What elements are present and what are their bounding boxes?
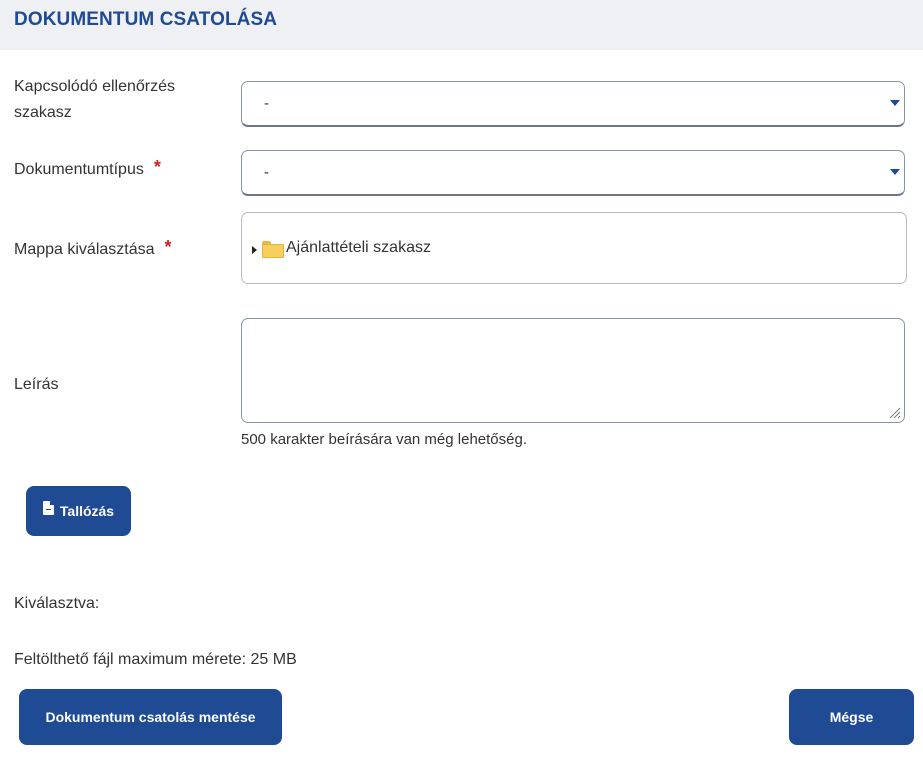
dialog-title: DOKUMENTUM CSATOLÁSA bbox=[14, 9, 278, 30]
save-button-label: Dokumentum csatolás mentése bbox=[45, 709, 256, 725]
browse-button-label: Tallózás bbox=[59, 503, 115, 519]
chevron-down-icon bbox=[890, 169, 900, 175]
folder-label-text: Mappa kiválasztása bbox=[14, 241, 155, 258]
document-type-label-text: Dokumentumtípus bbox=[14, 161, 144, 178]
dialog-header: DOKUMENTUM CSATOLÁSA bbox=[0, 0, 923, 50]
cancel-button[interactable]: Mégse bbox=[789, 689, 914, 745]
related-section-value: - bbox=[264, 95, 269, 112]
cancel-button-label: Mégse bbox=[829, 709, 874, 725]
related-section-select[interactable]: - bbox=[241, 81, 905, 127]
selected-label: Kiválasztva: bbox=[14, 595, 100, 612]
related-section-label-line2: szakasz bbox=[14, 104, 72, 121]
folder-tree: Ajánlattételi szakasz bbox=[241, 212, 907, 284]
related-section-label-line1: Kapcsolódó ellenőrzés bbox=[14, 78, 175, 95]
related-section-label: Kapcsolódó ellenőrzés szakasz bbox=[14, 74, 175, 126]
description-label: Leírás bbox=[14, 376, 59, 393]
required-marker: * bbox=[164, 237, 172, 257]
expand-arrow-icon[interactable] bbox=[252, 246, 257, 254]
max-size-text: Feltölthető fájl maximum mérete: 25 MB bbox=[14, 651, 297, 668]
required-marker: * bbox=[153, 157, 161, 177]
document-type-select[interactable]: - bbox=[241, 150, 905, 196]
description-textarea[interactable] bbox=[241, 318, 905, 423]
save-button[interactable]: Dokumentum csatolás mentése bbox=[19, 689, 282, 745]
folder-label: Mappa kiválasztása * bbox=[14, 235, 172, 263]
folder-icon bbox=[262, 241, 284, 258]
folder-tree-item[interactable]: Ajánlattételi szakasz bbox=[286, 239, 431, 257]
document-type-label: Dokumentumtípus * bbox=[14, 155, 161, 183]
character-count-hint: 500 karakter beírására van még lehetőség… bbox=[241, 431, 528, 448]
document-type-value: - bbox=[264, 164, 269, 181]
browse-button[interactable]: Tallózás bbox=[26, 486, 131, 536]
resize-handle-icon[interactable] bbox=[887, 405, 901, 419]
chevron-down-icon bbox=[890, 100, 900, 106]
file-icon bbox=[42, 501, 54, 515]
